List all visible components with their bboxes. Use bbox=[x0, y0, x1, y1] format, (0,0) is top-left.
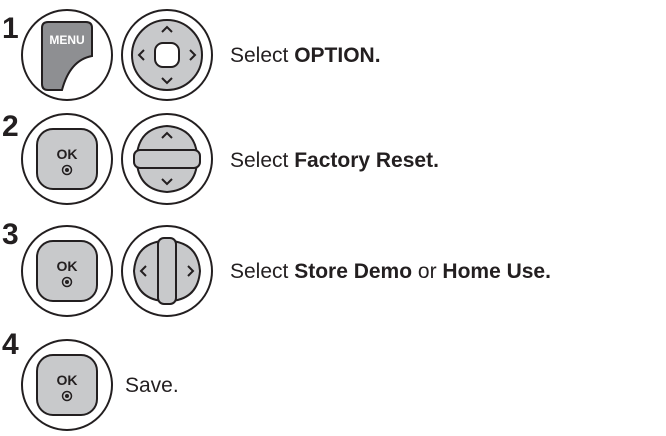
ok-button-icon: OK bbox=[21, 339, 113, 431]
ok-button-icon: OK bbox=[21, 225, 113, 317]
step-number: 2 bbox=[2, 110, 19, 143]
step-1: 1 MENU Select OPTION. bbox=[0, 8, 666, 108]
step-3-instruction: Select Store Demo or Home Use. bbox=[230, 260, 551, 283]
ok-button-label: OK bbox=[57, 258, 78, 274]
step-4: 4 OK Save. bbox=[0, 328, 666, 431]
step-3: 3 OK Select Store Demo or Home Use. bbox=[0, 220, 666, 320]
four-way-nav-icon bbox=[121, 9, 213, 101]
step-2-instruction: Select Factory Reset. bbox=[230, 149, 439, 172]
up-down-nav-icon bbox=[121, 113, 213, 205]
step-2: 2 OK Select Factory Reset. bbox=[0, 108, 666, 208]
ok-button-label: OK bbox=[57, 372, 78, 388]
ok-button-icon: OK bbox=[21, 113, 113, 205]
ok-button-label: OK bbox=[57, 146, 78, 162]
step-4-instruction: Save. bbox=[125, 374, 179, 397]
left-right-nav-icon bbox=[121, 225, 213, 317]
step-number: 3 bbox=[2, 218, 19, 251]
step-number: 4 bbox=[2, 328, 19, 361]
step-number: 1 bbox=[2, 12, 19, 45]
menu-button-icon: MENU bbox=[21, 9, 113, 101]
menu-button-label: MENU bbox=[49, 33, 84, 47]
step-1-instruction: Select OPTION. bbox=[230, 44, 381, 67]
